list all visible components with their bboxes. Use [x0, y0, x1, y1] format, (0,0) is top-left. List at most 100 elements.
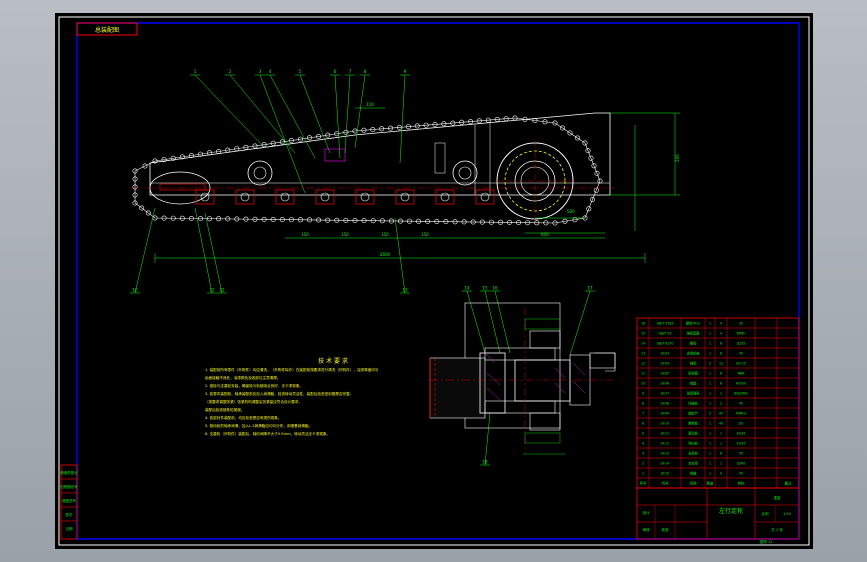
dim-top: 110	[366, 102, 374, 107]
bom-cell: 导向轮	[688, 441, 698, 446]
bom-cell: 1	[720, 462, 722, 466]
bom-cell: Q235	[737, 342, 746, 346]
bom-cell: 4	[720, 472, 722, 476]
bom-cell: 履带板	[688, 421, 698, 426]
balloon-label: 8	[364, 69, 367, 74]
bom-cell: 65Mn	[737, 332, 746, 336]
dim-span-2: 150	[341, 232, 349, 237]
road-wheel-hub	[240, 192, 250, 202]
balloon-label: 10	[132, 288, 138, 293]
top-tag-text: 总装配图	[95, 26, 119, 34]
technical-requirements: 技 术 要 求 1. 装配前所有零件（外购件）均应清洗，（外购件除外）在装配前按…	[205, 357, 379, 436]
cad-drawing-canvas[interactable]: 总装配图 借用件登记 旧底图总号 底图总号 签字 日期 2600 150 150…	[55, 13, 813, 549]
bom-cell: 2	[720, 402, 722, 406]
bom-cell: GCr15	[736, 362, 746, 366]
balloon-label: 5	[299, 69, 302, 74]
balloon-label: 2	[229, 69, 232, 74]
dim-right: 500	[567, 209, 575, 214]
balloon-label: 13	[402, 288, 408, 293]
road-wheel	[475, 189, 495, 205]
bom-cell: 45	[739, 402, 743, 406]
bom-cell: 16	[641, 322, 645, 326]
designer-label: 设计	[643, 510, 651, 515]
leader-line	[194, 74, 266, 149]
bom-cell: 2	[709, 412, 711, 416]
bom-cell: JX-08	[660, 402, 669, 406]
bom-header-cell: 备注	[785, 481, 792, 486]
balloon-label: 14	[464, 286, 470, 291]
bom-cell: ZG35	[737, 432, 746, 436]
bom-cell: 15	[641, 332, 645, 336]
left-block-label-1: 旧底图总号	[60, 484, 78, 489]
dim-height: 200	[675, 154, 680, 162]
bom-cell: 9	[642, 392, 644, 396]
tech-note-2: 2. 链轮与支重轮安装，确保轮与轨链啮合良好，无卡滞现象。	[205, 383, 303, 388]
bom-cell: 支重轮轴	[687, 351, 700, 356]
bom-cell: JX-12	[660, 442, 669, 446]
bom-cell: JX-15	[660, 472, 669, 476]
bom-cell: 销轴	[690, 471, 696, 476]
roller-section-view[interactable]	[429, 302, 616, 455]
sheet-label: 共 1 张	[771, 527, 783, 532]
road-wheel	[235, 189, 255, 205]
bom-cell: 4	[720, 322, 722, 326]
bom-table[interactable]: 16 GB/T 5783 螺栓 M10 1 4 3515 GB/T 93 弹簧垫圈 1 4 65Mn…	[636, 317, 800, 489]
scale-value: 1:10	[783, 512, 791, 516]
bom-cell: Q345	[737, 462, 746, 466]
road-wheel	[395, 189, 415, 205]
bom-cell: 1	[709, 402, 711, 406]
bom-cell: NBR	[738, 372, 746, 376]
bom-cell: 11	[641, 372, 645, 376]
road-wheel-hub	[440, 192, 450, 202]
track-frame-view[interactable]	[130, 112, 615, 226]
bom-cell: 40Mn2	[736, 412, 747, 416]
bom-cell: ZG	[739, 422, 744, 426]
bom-header-cell: 材料	[738, 481, 745, 486]
bom-cell: 6	[720, 352, 722, 356]
leader-line	[334, 74, 341, 159]
bom-cell: 1	[709, 342, 711, 346]
leader-line	[344, 74, 351, 154]
balloon-label: 3	[259, 69, 262, 74]
title-cn: 左行走轮	[719, 507, 743, 515]
balloon-label: 9	[404, 69, 407, 74]
balloon-label: 11	[209, 288, 215, 293]
bom-cell: 13	[641, 352, 645, 356]
bom-cell: 托链轮	[688, 401, 698, 406]
road-wheel	[435, 189, 455, 205]
bom-cell: JX-07	[660, 392, 669, 396]
dim-span-4: 150	[421, 232, 429, 237]
bom-cell: HT200	[736, 382, 746, 386]
balloon-label: 4	[269, 69, 272, 74]
bom-header-cell: 代号	[662, 481, 669, 486]
road-wheel-hub	[280, 192, 290, 202]
bom-cell: 35	[739, 322, 743, 326]
tech-heading: 技 术 要 求	[318, 357, 348, 365]
bom-cell: JX-06	[660, 382, 669, 386]
bom-cell: 8	[642, 402, 644, 406]
road-wheel-hub	[400, 192, 410, 202]
leader-line	[569, 290, 591, 356]
bom-cell: 端盖	[690, 381, 697, 386]
bom-cell: 支重轮	[688, 451, 698, 456]
dim-span-3: 150	[381, 232, 389, 237]
bom-cell: 8	[720, 342, 722, 346]
bom-cell: 10	[641, 382, 645, 386]
bom-cell: 4	[720, 332, 722, 336]
bom-cell: 轴承	[690, 361, 697, 366]
tech-note-8: 6. 支重轮（外购件）装配后，轴向间隙不大于0.5mm，转动灵活无卡滞现象。	[205, 431, 330, 436]
leader-line	[259, 74, 306, 194]
balloon-label: 18	[482, 460, 488, 465]
road-wheel	[355, 189, 375, 205]
leader-line	[394, 217, 406, 294]
tech-note-4: （按要求调整张紧）张紧机构调整后张紧量应符合设计要求，	[205, 399, 302, 404]
bom-cell: GB/T 6170	[657, 342, 674, 346]
scale-label: 比例	[762, 511, 770, 516]
balloon-label: 17	[587, 286, 593, 291]
bom-cell: JX-10	[660, 422, 669, 426]
left-block-label-3: 签字	[66, 512, 73, 517]
left-block-label-4: 日期	[66, 526, 73, 531]
bom-cell: 1	[709, 382, 711, 386]
leader-line	[466, 290, 486, 354]
bom-cell: 1	[709, 422, 711, 426]
